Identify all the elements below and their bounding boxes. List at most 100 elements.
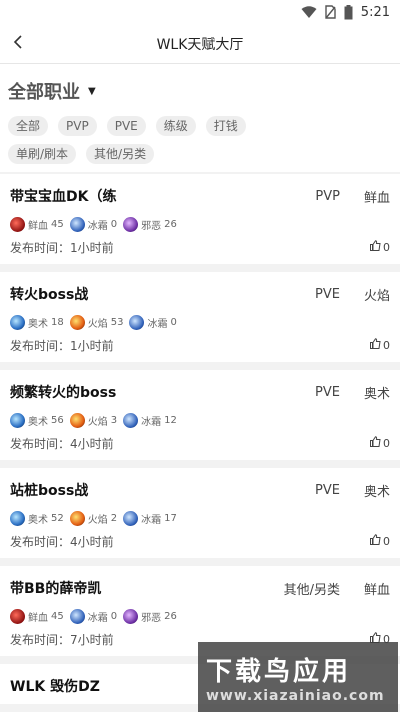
thumbs-up-icon	[370, 240, 381, 254]
arcane-talent-icon	[10, 412, 25, 428]
talent-name: 火焰	[87, 514, 108, 526]
like-count: 0	[383, 240, 390, 254]
talent-points: 26	[164, 610, 177, 622]
talent-points: 0	[110, 218, 118, 230]
unholy-talent-icon	[123, 216, 139, 232]
post-list: 带宝宝血DK（练 PVP 鲜血 鲜血 45 冰霜 0 邪恶 26 发布时间：1小时前 …	[0, 174, 400, 704]
fire-talent-icon	[69, 314, 85, 330]
talent-summary: 鲜血 45 冰霜 0 邪恶 26	[10, 214, 390, 234]
tag-other[interactable]: 其他/另类	[86, 144, 155, 164]
talent-summary: 奥术 18 火焰 53 冰霜 0	[10, 312, 390, 332]
post-mode: 其他/另类	[283, 582, 340, 598]
back-button[interactable]	[4, 30, 32, 58]
frost-talent-icon	[69, 608, 85, 624]
arcane-talent-icon	[10, 314, 25, 330]
talent-points: 12	[164, 414, 177, 426]
talent-points: 26	[164, 218, 177, 230]
talent-points: 17	[164, 512, 177, 524]
talent-name: 奥术	[28, 416, 48, 428]
post-title: 带BB的薛帝凯	[10, 581, 102, 597]
post-mode: PVE	[315, 384, 340, 400]
talent-name: 鲜血	[28, 612, 48, 624]
talent-points: 52	[51, 512, 64, 524]
post-title: 带宝宝血DK（练	[10, 189, 117, 205]
talent-name: 冰霜	[141, 416, 162, 428]
post-time: 发布时间：1小时前	[10, 338, 114, 353]
like-button[interactable]: 0	[370, 436, 390, 450]
tag-all[interactable]: 全部	[8, 116, 49, 136]
post-mode: PVE	[315, 482, 340, 498]
wifi-icon	[301, 5, 317, 19]
thumbs-up-icon	[370, 338, 381, 352]
unholy-talent-icon	[123, 608, 139, 624]
talent-name: 冰霜	[87, 220, 108, 232]
talent-points: 0	[110, 610, 118, 622]
frost-talent-icon	[123, 510, 139, 526]
talent-name: 邪恶	[141, 220, 162, 232]
thumbs-up-icon	[370, 436, 381, 450]
post-card[interactable]: 带宝宝血DK（练 PVP 鲜血 鲜血 45 冰霜 0 邪恶 26 发布时间：1小时前 …	[0, 174, 400, 264]
talent-points: 53	[110, 316, 124, 328]
caret-down-icon: ▼	[88, 85, 96, 97]
talent-name: 奥术	[28, 514, 48, 526]
clock: 5:21	[360, 4, 390, 20]
like-button[interactable]: 0	[370, 534, 390, 548]
tag-filters: 全部 PVP PVE 练级 打钱 单刷/刷本 其他/另类	[8, 116, 248, 164]
talent-summary: 鲜血 45 冰霜 0 邪恶 26	[10, 606, 390, 626]
talent-points: 45	[51, 218, 64, 230]
talent-name: 冰霜	[87, 612, 108, 624]
app-header: WLK天赋大厅	[0, 24, 400, 64]
frost-talent-icon	[129, 314, 145, 330]
status-bar: 5:21	[0, 0, 400, 24]
post-title: 频繁转火的boss	[10, 385, 117, 401]
post-spec: 奥术	[363, 484, 390, 500]
post-spec: 鲜血	[363, 582, 390, 598]
tag-farming[interactable]: 打钱	[205, 116, 246, 136]
talent-points: 18	[51, 316, 64, 328]
post-spec: 奥术	[363, 386, 390, 402]
filter-panel: 全部职业 ▼ 全部 PVP PVE 练级 打钱 单刷/刷本 其他/另类	[0, 64, 400, 172]
like-button[interactable]: 0	[370, 240, 390, 254]
talent-points: 45	[51, 610, 64, 622]
post-spec: 鲜血	[363, 190, 390, 206]
talent-summary: 奥术 56 火焰 3 冰霜 12	[10, 410, 390, 430]
talent-summary: 奥术 52 火焰 2 冰霜 17	[10, 508, 390, 528]
frost-talent-icon	[69, 216, 85, 232]
class-dropdown[interactable]: 全部职业 ▼	[8, 76, 392, 106]
talent-points: 2	[110, 512, 118, 524]
post-card[interactable]: 频繁转火的boss PVE 奥术 奥术 56 火焰 3 冰霜 12 发布时间：4小时前…	[0, 370, 400, 460]
arcane-talent-icon	[10, 510, 25, 526]
watermark-title: 下载鸟应用	[206, 656, 352, 687]
post-time: 发布时间：4小时前	[10, 534, 114, 549]
like-count: 0	[383, 436, 390, 450]
tag-pve[interactable]: PVE	[106, 116, 146, 136]
tag-pvp[interactable]: PVP	[58, 116, 97, 136]
talent-name: 冰霜	[147, 318, 168, 330]
blood-talent-icon	[10, 608, 25, 624]
class-dropdown-label: 全部职业	[8, 82, 80, 103]
fire-talent-icon	[69, 412, 85, 428]
watermark: 下载鸟应用 www.xiazainiao.com	[198, 642, 398, 712]
post-card[interactable]: 转火boss战 PVE 火焰 奥术 18 火焰 53 冰霜 0 发布时间：1小时前 0	[0, 272, 400, 362]
thumbs-up-icon	[370, 534, 381, 548]
talent-name: 火焰	[87, 416, 108, 428]
like-count: 0	[383, 534, 390, 548]
chevron-left-icon	[12, 34, 24, 54]
post-card[interactable]: 站桩boss战 PVE 奥术 奥术 52 火焰 2 冰霜 17 发布时间：4小时前 0	[0, 468, 400, 558]
like-button[interactable]: 0	[370, 338, 390, 352]
like-count: 0	[383, 338, 390, 352]
talent-name: 火焰	[87, 318, 108, 330]
tag-solo-dungeon[interactable]: 单刷/刷本	[8, 144, 77, 164]
tag-leveling[interactable]: 练级	[155, 116, 196, 136]
frost-talent-icon	[123, 412, 139, 428]
talent-name: 邪恶	[141, 612, 162, 624]
talent-name: 鲜血	[28, 220, 48, 232]
blood-talent-icon	[10, 216, 25, 232]
fire-talent-icon	[69, 510, 85, 526]
post-time: 发布时间：4小时前	[10, 436, 114, 451]
post-spec: 火焰	[363, 288, 390, 304]
battery-icon	[344, 4, 353, 20]
post-time: 发布时间：1小时前	[10, 240, 114, 255]
post-mode: PVE	[315, 286, 340, 302]
post-title: 转火boss战	[10, 287, 89, 303]
